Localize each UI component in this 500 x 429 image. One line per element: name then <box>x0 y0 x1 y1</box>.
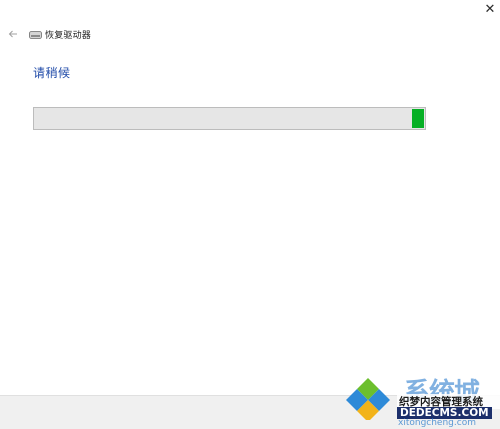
watermark-url: xitongcheng.com <box>398 418 476 428</box>
back-button[interactable] <box>6 27 20 41</box>
back-arrow-icon <box>8 30 17 38</box>
page-heading: 请稍候 <box>33 66 71 80</box>
drive-icon <box>29 31 42 39</box>
close-icon: ✕ <box>484 1 496 17</box>
window-title-bar: 恢复驱动器 <box>29 26 91 42</box>
progress-fill <box>412 109 424 128</box>
watermark: 系统城 织梦内容管理系统 DEDECMS.COM xitongcheng.com <box>342 372 500 428</box>
progress-bar <box>33 107 426 130</box>
close-button[interactable]: ✕ <box>480 0 500 18</box>
recovery-drive-window: ✕ 恢复驱动器 请稍候 系统城 织梦内容管理系统 DEDECMS.COM xit… <box>0 0 500 429</box>
window-title: 恢复驱动器 <box>45 30 92 41</box>
watermark-logo-icon <box>346 378 390 420</box>
